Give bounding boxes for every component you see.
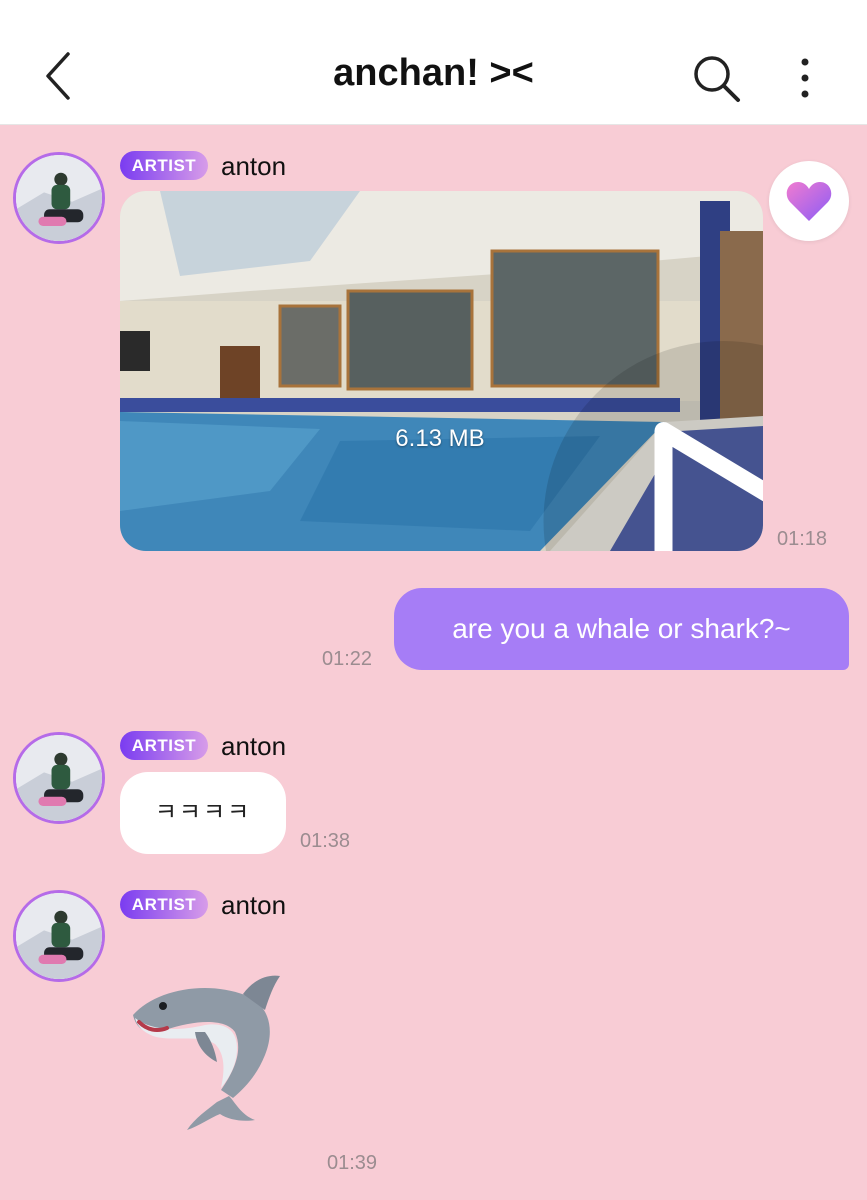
message-time: 01:18 [777, 528, 828, 550]
search-button[interactable] [690, 52, 742, 104]
message-time: 01:38 [300, 830, 351, 852]
more-vertical-icon [801, 58, 809, 98]
sender-name: anton [221, 731, 287, 761]
artist-badge: ARTIST [120, 890, 208, 919]
search-icon [694, 56, 740, 102]
message-time: 01:39 [327, 1152, 378, 1174]
heart-icon [786, 182, 832, 221]
message-time: 01:22 [322, 648, 373, 670]
artist-badge: ARTIST [120, 731, 208, 760]
artist-badge: ARTIST [120, 151, 208, 180]
profile-photo [16, 155, 102, 241]
video-file-size: 6.13 MB [395, 425, 485, 452]
avatar[interactable] [13, 890, 105, 982]
incoming-message-bubble[interactable]: ㅋㅋㅋㅋ [120, 772, 286, 854]
shark-emoji-icon[interactable] [125, 970, 290, 1135]
profile-photo [16, 893, 102, 979]
profile-photo [16, 735, 102, 821]
top-bar: anchan! >< [0, 0, 867, 125]
sender-name: anton [221, 890, 287, 920]
outgoing-message-bubble[interactable]: are you a whale or shark?~ [394, 588, 849, 670]
avatar[interactable] [13, 732, 105, 824]
avatar[interactable] [13, 152, 105, 244]
more-button[interactable] [790, 56, 820, 100]
heart-reaction-button[interactable] [769, 161, 849, 241]
sender-name: anton [221, 151, 287, 181]
video-message[interactable]: 6.13 MB [120, 191, 763, 551]
